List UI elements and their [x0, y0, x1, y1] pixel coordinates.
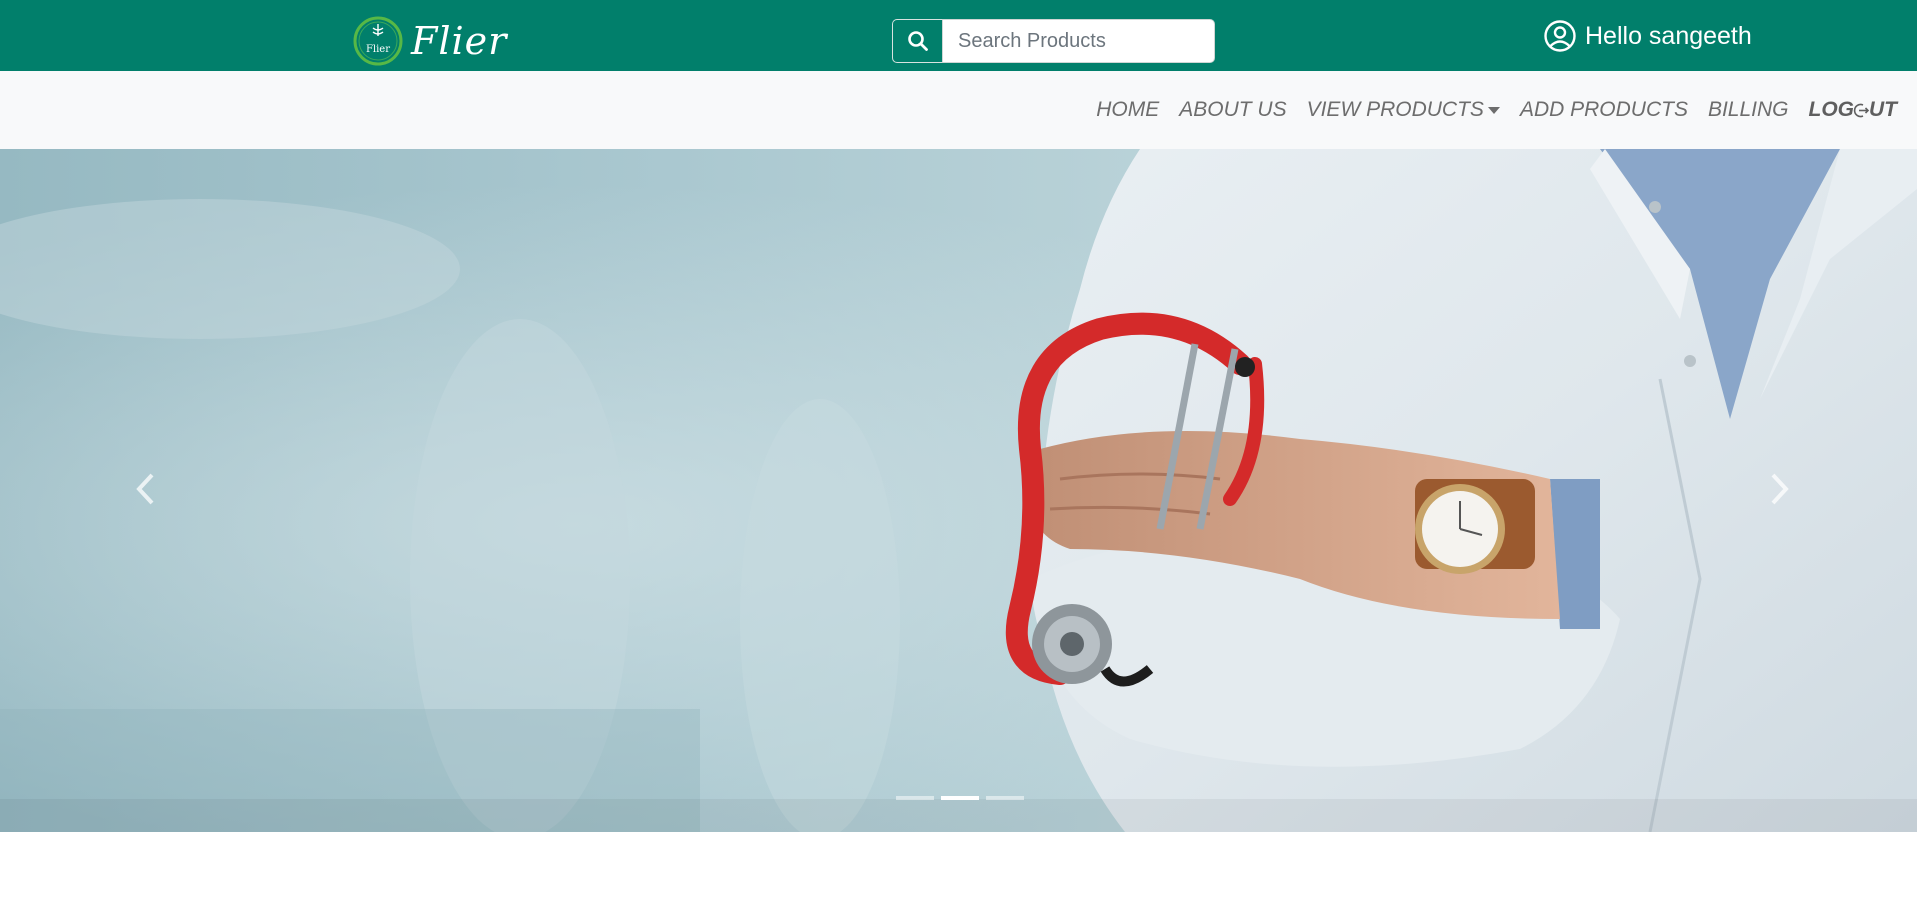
user-circle-icon — [1544, 20, 1576, 52]
carousel-prev-button[interactable] — [105, 449, 185, 529]
logout-icon — [1853, 103, 1870, 117]
logout-label-start: LOG — [1808, 98, 1855, 121]
greeting-text: Hello sangeeth — [1585, 21, 1752, 50]
carousel-indicator-1[interactable] — [896, 796, 934, 800]
nav-view-products-label: VIEW PRODUCTS — [1306, 98, 1484, 121]
nav-view-products[interactable]: VIEW PRODUCTS — [1307, 98, 1500, 122]
logout-label-end: UT — [1869, 98, 1897, 121]
chevron-left-icon — [136, 473, 154, 505]
top-header: Flier Flier Hello sangeeth — [0, 0, 1917, 71]
nav-logout[interactable]: LOG UT — [1809, 98, 1898, 122]
carousel-indicators — [896, 796, 1031, 800]
hero-carousel — [0, 149, 1917, 832]
search-button[interactable] — [892, 19, 942, 63]
nav-menu: HOME ABOUT US VIEW PRODUCTS ADD PRODUCTS… — [1076, 71, 1897, 149]
carousel-next-button[interactable] — [1740, 449, 1820, 529]
caret-down-icon — [1487, 106, 1500, 114]
flier-logo-icon: Flier — [353, 16, 403, 66]
nav-add-products[interactable]: ADD PRODUCTS — [1520, 98, 1688, 122]
svg-text:Flier: Flier — [366, 44, 390, 55]
brand[interactable]: Flier Flier — [353, 16, 507, 66]
user-greeting[interactable]: Hello sangeeth — [1543, 19, 1752, 53]
chevron-right-icon — [1771, 473, 1789, 505]
doctor-hero-image — [0, 149, 1917, 832]
nav-about-us[interactable]: ABOUT US — [1179, 98, 1286, 122]
nav-billing[interactable]: BILLING — [1708, 98, 1789, 122]
search-input[interactable] — [942, 19, 1215, 63]
navbar: HOME ABOUT US VIEW PRODUCTS ADD PRODUCTS… — [0, 71, 1917, 149]
search-icon — [907, 31, 928, 51]
search-bar — [892, 19, 1215, 63]
nav-home[interactable]: HOME — [1096, 98, 1159, 122]
brand-name: Flier — [411, 19, 508, 63]
carousel-indicator-3[interactable] — [986, 796, 1024, 800]
carousel-indicator-2[interactable] — [941, 796, 979, 800]
